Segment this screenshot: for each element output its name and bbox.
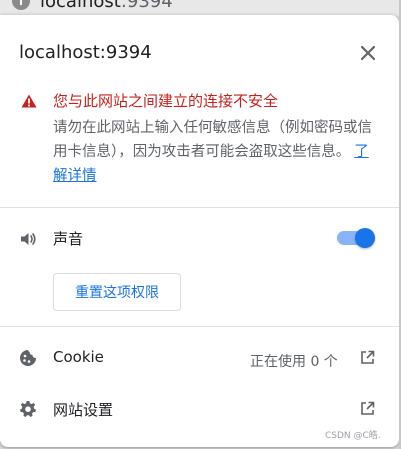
warning-body: 请勿在此网站上输入任何敏感信息（例如密码或信用卡信息），因为攻击者可能会盗取这些… (53, 116, 383, 188)
open-external-icon[interactable] (360, 350, 375, 365)
sound-label: 声音 (53, 230, 84, 248)
warning-body-text: 请勿在此网站上输入任何敏感信息（例如密码或信用卡信息），因为攻击者可能会盗取这些… (53, 120, 372, 160)
cookie-label: Cookie (53, 348, 104, 366)
gear-icon (20, 401, 36, 417)
sound-icon (21, 233, 36, 245)
close-icon (361, 46, 375, 60)
close-button[interactable] (356, 41, 380, 65)
cookie-row[interactable]: Cookie 正在使用 0 个 (0, 334, 399, 382)
reset-permission-button[interactable]: 重置这项权限 (53, 273, 181, 311)
watermark: CSDN @C皓. (325, 431, 381, 441)
divider (0, 207, 399, 208)
open-external-icon[interactable] (360, 401, 375, 416)
toggle-knob (355, 228, 375, 248)
site-info-icon[interactable]: i (12, 0, 30, 10)
cookie-status: 正在使用 0 个 (250, 354, 338, 370)
divider (0, 326, 399, 327)
site-settings-label: 网站设置 (53, 401, 114, 419)
site-info-popup: localhost:9394 您与此网站之间建立的连接不安全 请勿在此网站上输入… (0, 15, 399, 447)
address-bar[interactable]: i localhost:9394 (0, 0, 401, 16)
url-port: :9394 (120, 0, 173, 12)
site-settings-row[interactable]: 网站设置 (0, 385, 399, 433)
cookie-icon (20, 350, 36, 366)
url-text[interactable]: localhost:9394 (40, 0, 173, 12)
warning-title: 您与此网站之间建立的连接不安全 (53, 92, 279, 110)
sound-toggle[interactable] (336, 227, 376, 248)
url-host: localhost (40, 0, 121, 12)
warning-icon (21, 94, 37, 108)
popup-title: localhost:9394 (19, 42, 152, 63)
